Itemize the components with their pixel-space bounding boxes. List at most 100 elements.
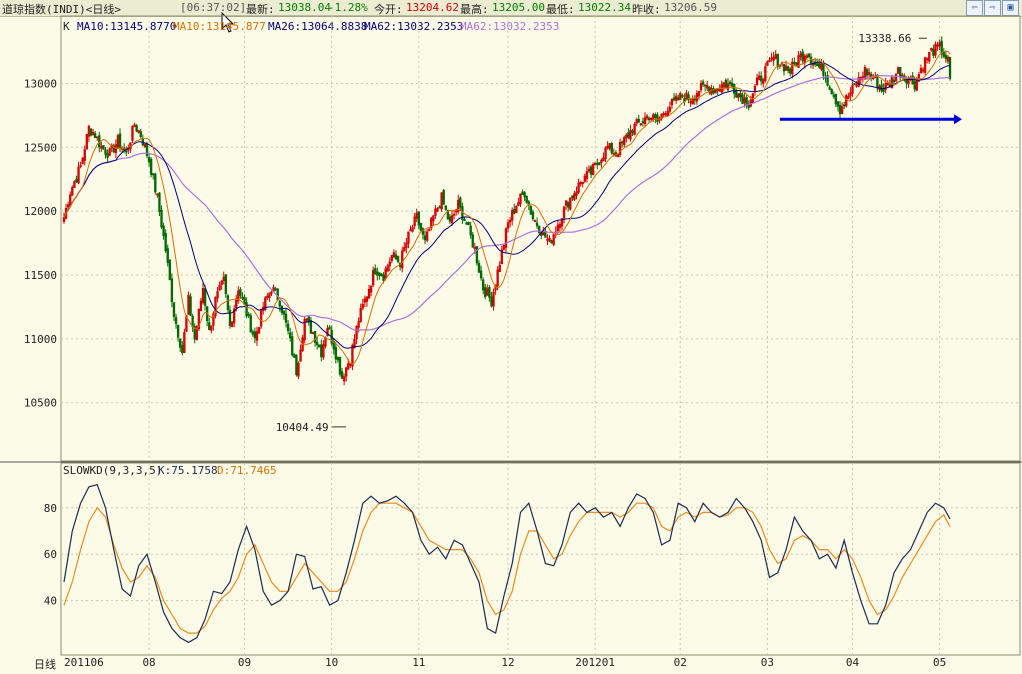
candle — [627, 132, 630, 138]
candle — [641, 121, 645, 124]
candle — [419, 223, 423, 231]
candle — [703, 84, 707, 87]
candle — [93, 133, 97, 139]
candle — [786, 66, 790, 72]
candle — [274, 288, 277, 291]
candle — [417, 211, 420, 226]
candle — [170, 278, 174, 302]
candle — [396, 256, 400, 262]
candle — [168, 259, 171, 281]
candle — [571, 195, 574, 199]
candle — [693, 98, 696, 101]
candle — [843, 104, 846, 107]
date-tick-label: 02 — [674, 656, 687, 669]
candle — [239, 289, 242, 296]
candle — [730, 82, 734, 87]
candle — [378, 272, 381, 276]
candle — [728, 81, 732, 84]
candle — [243, 296, 246, 305]
candle — [869, 73, 873, 77]
candle — [253, 331, 257, 339]
candle — [716, 88, 719, 91]
candle — [224, 274, 228, 294]
candle — [477, 263, 481, 273]
ma10-line — [63, 50, 951, 365]
candle — [807, 53, 811, 58]
candle — [836, 101, 840, 107]
candle — [394, 254, 398, 260]
candle — [735, 90, 738, 98]
candle — [459, 197, 462, 208]
support-arrow-head — [954, 114, 962, 125]
date-tick-label: 12 — [501, 656, 514, 669]
candle — [672, 97, 676, 101]
candle — [374, 268, 377, 274]
candle — [247, 313, 250, 316]
candle — [484, 287, 487, 297]
kd-tick-label: 40 — [44, 595, 57, 608]
candle — [149, 159, 153, 175]
date-tick-label: 11 — [412, 656, 425, 669]
candle — [610, 143, 613, 154]
candle — [818, 63, 821, 68]
candle — [948, 56, 952, 80]
candle — [154, 173, 157, 193]
candle — [637, 118, 640, 123]
candle — [280, 305, 284, 313]
candle — [241, 296, 244, 299]
candle — [525, 195, 528, 203]
candle — [276, 288, 279, 301]
candle — [139, 131, 142, 137]
candle — [251, 331, 254, 335]
candle — [853, 83, 856, 86]
candle — [162, 225, 165, 236]
candle — [942, 52, 945, 57]
candle — [892, 79, 896, 83]
candle — [89, 128, 93, 136]
candle — [741, 94, 744, 104]
candle — [293, 354, 296, 358]
candle — [174, 317, 178, 324]
candle — [789, 68, 792, 74]
candle — [318, 344, 321, 348]
date-tick-label: 09 — [238, 656, 251, 669]
candle — [598, 162, 601, 166]
candle — [733, 83, 736, 94]
candle — [189, 296, 192, 316]
candle — [465, 222, 468, 225]
candle — [125, 150, 128, 153]
candle — [286, 323, 290, 332]
main-panel-frame — [60, 15, 1021, 462]
candle — [596, 162, 599, 165]
candle — [203, 288, 207, 306]
candle — [463, 219, 466, 222]
candle — [932, 48, 935, 56]
candle — [471, 234, 474, 248]
candle — [905, 79, 908, 84]
candle — [284, 313, 288, 323]
high-annotation: 13338.66 — [858, 32, 911, 45]
date-tick-label: 10 — [325, 656, 338, 669]
candle — [334, 346, 337, 360]
candle — [102, 145, 105, 150]
candle — [801, 51, 804, 61]
candle — [739, 92, 742, 98]
chart-window: { "header": { "title": "道琼指数(INDI)<日线>",… — [0, 0, 1022, 674]
candle — [521, 191, 524, 195]
candle — [535, 222, 539, 227]
candle — [106, 153, 109, 158]
price-tick-label: 10500 — [24, 397, 57, 410]
candle — [899, 67, 902, 78]
candle — [793, 61, 796, 64]
candle — [834, 93, 838, 105]
candle — [176, 325, 180, 338]
candle — [589, 166, 593, 175]
candle — [475, 246, 479, 264]
candle — [380, 273, 383, 277]
price-tick-label: 11000 — [24, 333, 57, 346]
candle — [295, 355, 298, 376]
date-tick-label: 05 — [933, 656, 946, 669]
price-tick-label: 12000 — [24, 205, 57, 218]
candle — [550, 240, 553, 244]
date-tick-label: 201201 — [575, 656, 615, 669]
